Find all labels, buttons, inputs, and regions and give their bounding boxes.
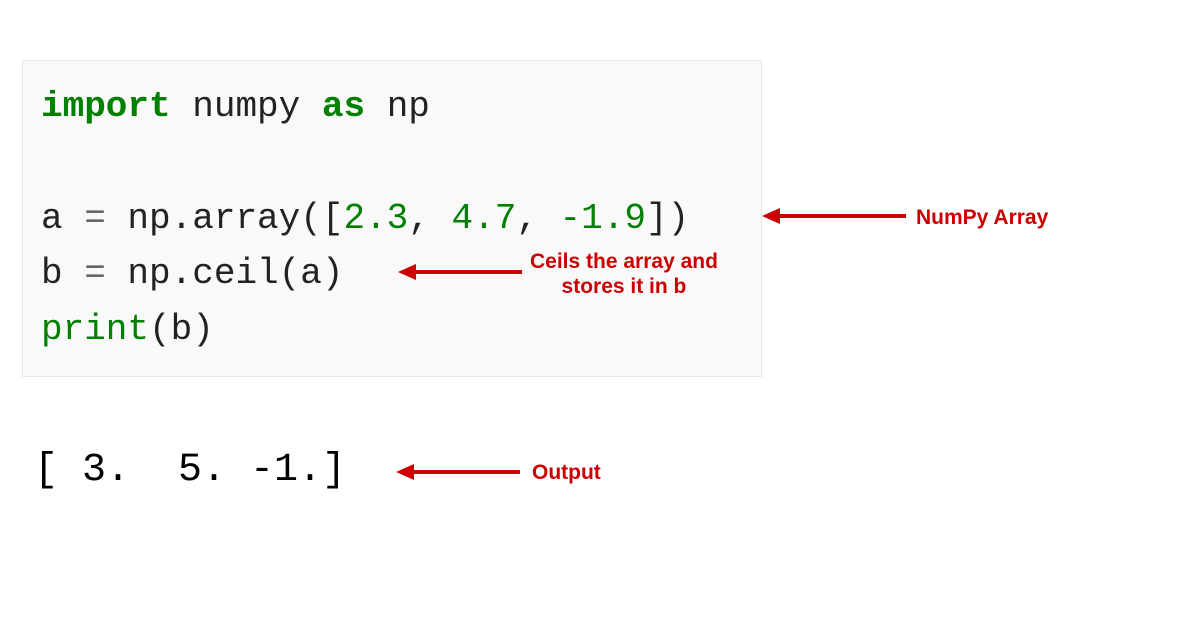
ceil-call: np.ceil(a) (106, 253, 344, 294)
number: 2.3 (343, 198, 408, 239)
keyword-import: import (41, 86, 171, 127)
comma: , (408, 198, 451, 239)
annotation-ceil: Ceils the array and stores it in b (530, 249, 718, 299)
space (300, 86, 322, 127)
output-text: [ 3. 5. -1.] (34, 448, 346, 493)
keyword-as: as (322, 86, 365, 127)
print-fn: print (41, 309, 149, 350)
equals-op: = (84, 253, 106, 294)
var-a: a (41, 198, 84, 239)
annotation-ceil-line2: stores it in b (530, 274, 718, 299)
code-block: import numpy as np a = np.array([2.3, 4.… (22, 60, 762, 377)
equals-op: = (84, 198, 106, 239)
array-call: np.array([ (106, 198, 344, 239)
space (365, 86, 387, 127)
close-bracket: ]) (646, 198, 689, 239)
arrow-line (410, 470, 520, 474)
code-line-3: a = np.array([2.3, 4.7, -1.9]) (41, 191, 743, 247)
space (171, 86, 193, 127)
annotation-output: Output (532, 460, 601, 485)
code-line-5: print(b) (41, 302, 743, 358)
arrow-line (412, 270, 522, 274)
arrow-line (776, 214, 906, 218)
alias-name: np (387, 86, 430, 127)
print-args: (b) (149, 309, 214, 350)
module-name: numpy (192, 86, 300, 127)
comma: , (516, 198, 559, 239)
code-line-1: import numpy as np (41, 79, 743, 135)
annotation-ceil-line1: Ceils the array and (530, 249, 718, 274)
number: 4.7 (452, 198, 517, 239)
code-line-2-blank (41, 135, 743, 191)
var-b: b (41, 253, 84, 294)
number: -1.9 (560, 198, 646, 239)
annotation-numpy-array: NumPy Array (916, 205, 1048, 230)
